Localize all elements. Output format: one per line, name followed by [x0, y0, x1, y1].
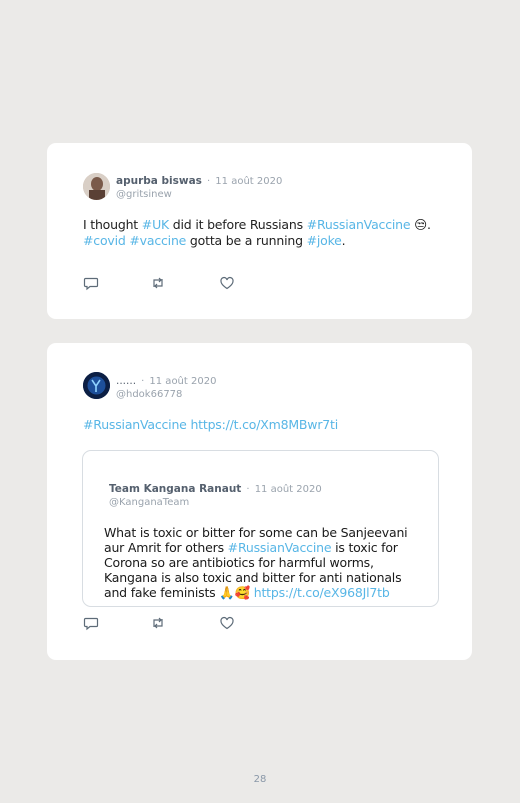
retweet-icon[interactable] — [150, 275, 166, 291]
like-icon[interactable] — [219, 275, 235, 291]
author-handle[interactable]: @hdok66778 — [116, 389, 216, 401]
hashtag-link[interactable]: #RussianVaccine — [228, 540, 332, 555]
text-segment: I thought — [83, 217, 142, 232]
author-name[interactable]: apurba biswas — [116, 175, 202, 187]
hashtag-link[interactable]: #RussianVaccine — [307, 217, 411, 232]
tweet-header: apurba biswas · 11 août 2020 @gritsinew — [116, 173, 282, 201]
reply-icon[interactable] — [83, 615, 99, 631]
quote-author-handle[interactable]: @KanganaTeam — [109, 497, 322, 509]
hashtag-link[interactable]: #joke — [307, 233, 342, 248]
tweet-text: I thought #UK did it before Russians #Ru… — [83, 217, 442, 249]
text-segment: 😒. — [410, 217, 431, 232]
quote-text: What is toxic or bitter for some can be … — [104, 525, 420, 600]
like-icon[interactable] — [219, 615, 235, 631]
text-segment: did it before Russians — [169, 217, 307, 232]
hashtag-link[interactable]: #covid — [83, 233, 126, 248]
separator: · — [141, 376, 145, 387]
tweet-date[interactable]: 11 août 2020 — [215, 176, 282, 187]
author-name[interactable]: ...... — [116, 375, 136, 387]
text-segment: . — [341, 233, 346, 248]
tweet-card: ...... · 11 août 2020 @hdok66778 #Russia… — [47, 343, 472, 660]
quoted-tweet[interactable]: Team Kangana Ranaut · 11 août 2020 @Kang… — [82, 450, 439, 607]
hashtag-link[interactable]: #vaccine — [129, 233, 186, 248]
quote-header: Team Kangana Ranaut · 11 août 2020 @Kang… — [109, 481, 322, 509]
tweet-date[interactable]: 11 août 2020 — [149, 376, 216, 387]
reply-icon[interactable] — [83, 275, 99, 291]
hashtag-link[interactable]: #UK — [142, 217, 169, 232]
hashtag-link[interactable]: https://t.co/eX968Jl7tb — [254, 585, 390, 600]
separator: · — [246, 484, 250, 495]
quote-date[interactable]: 11 août 2020 — [255, 484, 322, 495]
avatar[interactable] — [83, 372, 110, 399]
tweet-header: ...... · 11 août 2020 @hdok66778 — [116, 373, 216, 401]
page-number: 28 — [253, 774, 267, 785]
avatar[interactable] — [83, 173, 110, 200]
hashtag-link[interactable]: #RussianVaccine https://t.co/Xm8MBwr7ti — [83, 417, 338, 432]
tweet-card: apurba biswas · 11 août 2020 @gritsinew … — [47, 143, 472, 319]
retweet-icon[interactable] — [150, 615, 166, 631]
text-segment: gotta be a running — [186, 233, 307, 248]
tweet-text: #RussianVaccine https://t.co/Xm8MBwr7ti — [83, 417, 442, 433]
author-handle[interactable]: @gritsinew — [116, 189, 282, 201]
quote-author-name[interactable]: Team Kangana Ranaut — [109, 483, 241, 495]
separator: · — [207, 176, 211, 187]
